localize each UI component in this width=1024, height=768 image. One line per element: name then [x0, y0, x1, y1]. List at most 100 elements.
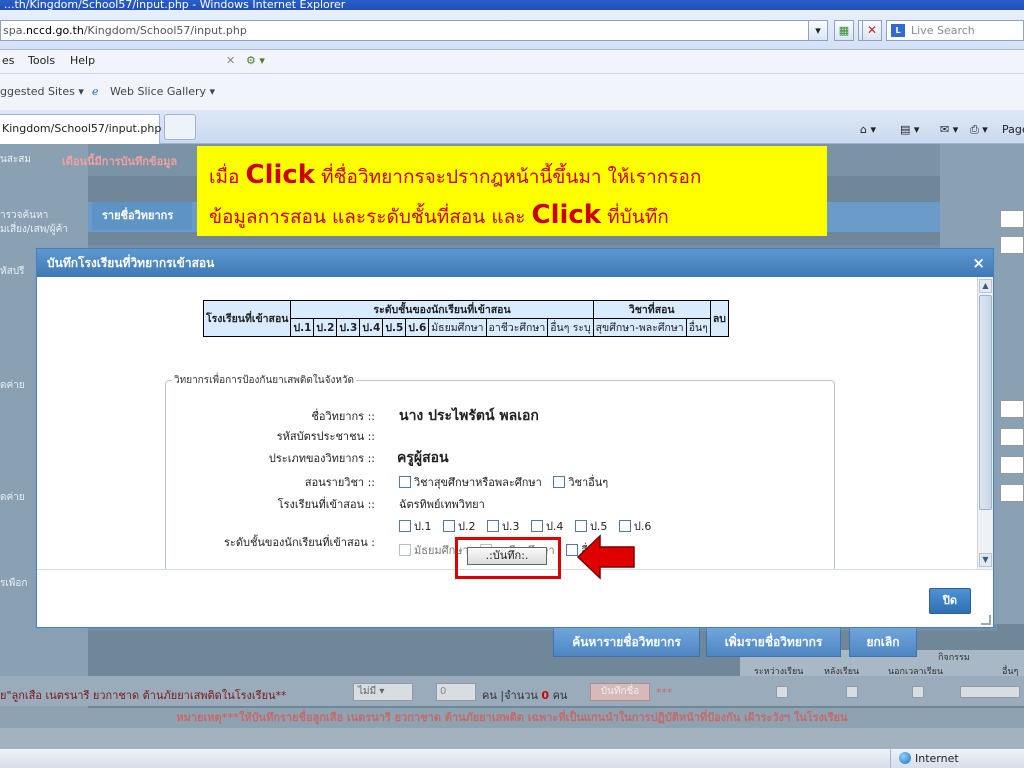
level-p6-checkbox[interactable] — [618, 520, 631, 532]
tab-label: Kingdom/School57/input.php — [2, 122, 162, 135]
level-options-row1: ป.1 ป.2 ป.3 ป.4 ป.5 ป.6 — [399, 517, 659, 535]
name-value: นาง ประไพรัตน์ พลเอก — [399, 408, 539, 424]
modal-title-bar: บันทึกโรงเรียนที่วิทยากรเข้าสอน × — [37, 249, 993, 277]
stop-icon[interactable]: ✕ — [862, 20, 882, 41]
mail-icon[interactable]: ✉ ▾ — [940, 120, 958, 140]
modal-scrollbar[interactable]: ▲ ▼ — [977, 277, 993, 569]
address-dropdown-icon[interactable]: ▾ — [808, 20, 828, 41]
subject-other-checkbox[interactable] — [553, 476, 566, 488]
scout-select[interactable]: ไม่มี ▾ — [353, 683, 413, 701]
page-input[interactable] — [1000, 210, 1024, 228]
callout-line-2: ข้อมูลการสอน และระดับชั้นที่สอน และ Clic… — [209, 196, 827, 236]
zone-label: Internet — [915, 752, 959, 765]
page-input[interactable] — [1000, 456, 1024, 474]
new-tab-button[interactable] — [164, 114, 196, 140]
scout-count-input[interactable]: 0 — [436, 683, 476, 701]
modal-body: โรงเรียนที่เข้าสอน ระดับชั้นของนักเรียนท… — [37, 277, 979, 569]
command-bar: ⌂ ▾ ▤ ▾ ✉ ▾ ⎙ ▾ Page — [824, 120, 1024, 140]
school-label: โรงเรียนที่เข้าสอน :: — [277, 498, 375, 511]
level-secondary-checkbox[interactable] — [399, 544, 411, 556]
subject-row: สอนรายวิชา :: วิชาสุขศึกษาหรือพละศึกษา ว… — [165, 473, 835, 491]
close-button[interactable]: ปิด — [929, 588, 971, 614]
th-level: ป.2 — [313, 318, 338, 337]
scout-row-label: ย"ลูกเสือ เนตรนารี ยวกาชาด ต้านภัยยาเสพต… — [0, 689, 287, 702]
close-icon[interactable]: × — [972, 249, 985, 277]
print-icon[interactable]: ⎙ ▾ — [970, 120, 988, 140]
menu-item-help[interactable]: Help — [70, 50, 95, 72]
level-label: ระดับชั้นของนักเรียนที่เข้าสอน : — [224, 536, 375, 549]
level-p3-checkbox[interactable] — [486, 520, 499, 532]
page-input[interactable] — [1000, 236, 1024, 254]
menu-item-favorites[interactable]: es — [2, 50, 15, 72]
callout-line-1: เมื่อ Click ที่ชื่อวิทยากรจะปรากฎหน้านี้… — [209, 156, 827, 196]
status-bar: Internet — [0, 748, 1024, 768]
during-class-checkbox[interactable] — [776, 686, 788, 698]
favorites-bar: ggested Sites ▾ ℯ Web Slice Gallery ▾ — [0, 74, 1024, 110]
th-level: ป.1 — [290, 318, 315, 337]
scout-select-value: ไม่มี — [358, 686, 377, 697]
page-input[interactable] — [1000, 484, 1024, 502]
schedule-table: โรงเรียนที่เข้าสอน ระดับชั้นของนักเรียนท… — [202, 300, 729, 337]
th-levels: ระดับชั้นของนักเรียนที่เข้าสอน — [290, 300, 594, 319]
address-bar[interactable]: spa.nccd.go.th/Kingdom/School57/input.ph… — [0, 20, 826, 41]
side-item[interactable]: ัดค่าย — [0, 378, 25, 393]
scroll-down-icon[interactable]: ▼ — [979, 553, 992, 567]
subject-health-checkbox[interactable] — [399, 476, 411, 488]
th-activity: กิจกรรม — [938, 653, 970, 663]
id-row: รหัสบัตรประชาชน :: — [165, 427, 835, 445]
cancel-button[interactable]: ยกเลิก — [849, 627, 917, 657]
addon-icon[interactable]: ⚙ ▾ — [246, 50, 265, 72]
outside-class-checkbox[interactable] — [912, 686, 924, 698]
live-search-box[interactable]: L Live Search — [886, 20, 1024, 41]
level-p4-label: ป.4 — [545, 520, 564, 533]
after-class-checkbox[interactable] — [846, 686, 858, 698]
modal-title: บันทึกโรงเรียนที่วิทยากรเข้าสอน — [47, 256, 215, 270]
level-p5-label: ป.5 — [589, 520, 608, 533]
side-item[interactable]: นสะสม — [0, 152, 31, 167]
level-p1-checkbox[interactable] — [399, 520, 411, 532]
subject-health-label: วิชาสุขศึกษาหรือพละศึกษา — [414, 476, 542, 489]
subject-options: วิชาสุขศึกษาหรือพละศึกษา วิชาอื่นๆ — [399, 473, 616, 491]
side-item[interactable]: รเพือก — [0, 576, 27, 591]
callout-click-word: Click — [245, 160, 316, 190]
page-bottom-strip — [0, 728, 1024, 748]
window-title: ...th/Kingdom/School57/input.php - Windo… — [4, 0, 346, 10]
web-slice-gallery-link[interactable]: Web Slice Gallery ▾ — [110, 74, 215, 110]
suggested-sites-link[interactable]: ggested Sites ▾ — [0, 74, 84, 110]
ie-icon: ℯ — [92, 85, 99, 98]
side-item[interactable]: หัสปรี — [0, 264, 24, 279]
scout-row: ย"ลูกเสือ เนตรนารี ยวกาชาด ต้านภัยยาเสพต… — [0, 676, 1024, 706]
page-input[interactable] — [1000, 428, 1024, 446]
th-level: ป.6 — [405, 318, 430, 337]
globe-icon — [899, 752, 911, 764]
scout-stars: *** — [656, 686, 673, 699]
page-input[interactable] — [1000, 400, 1024, 418]
level-p2-checkbox[interactable] — [442, 520, 455, 532]
level-p4-checkbox[interactable] — [530, 520, 543, 532]
red-arrow-icon — [576, 534, 635, 580]
scroll-up-icon[interactable]: ▲ — [979, 279, 992, 293]
security-zone: Internet — [890, 749, 1024, 768]
search-lecturer-button[interactable]: ค้นหารายชื่อวิทยากร — [553, 627, 700, 657]
resize-grip-icon[interactable] — [981, 615, 991, 625]
side-item[interactable]: ัดค่าย — [0, 490, 25, 505]
school-value: ฉัตรทิพย์เทพวิทยา — [399, 498, 485, 511]
school-row: โรงเรียนที่เข้าสอน :: ฉัตรทิพย์เทพวิทยา — [165, 495, 835, 513]
menu-item-tools[interactable]: Tools — [28, 50, 55, 72]
close-toolbar-icon[interactable]: ✕ — [226, 50, 235, 72]
side-item[interactable]: มเสี่ยง/เสพ/ผู้ค้า — [0, 222, 68, 237]
other-input[interactable] — [960, 686, 1020, 698]
side-item[interactable]: ารวจค้นหา — [0, 208, 48, 223]
callout-click-word: Click — [531, 200, 602, 230]
th-level: อื่นๆ ระบุ — [547, 318, 594, 337]
add-lecturer-button[interactable]: เพิ่มรายชื่อวิทยากร — [706, 627, 841, 657]
home-icon[interactable]: ⌂ ▾ — [860, 120, 876, 140]
scroll-thumb[interactable] — [979, 295, 992, 510]
page-menu[interactable]: Page — [1002, 120, 1024, 140]
save-names-button[interactable]: บันทึกชื่อ — [590, 683, 650, 701]
level-p5-checkbox[interactable] — [574, 520, 587, 532]
th-subject-item: สุขศึกษา-พละศึกษา — [592, 318, 687, 337]
compatibility-icon[interactable]: ▦ — [834, 20, 854, 41]
tab-input-php[interactable]: Kingdom/School57/input.php — [0, 114, 162, 144]
feeds-icon[interactable]: ▤ ▾ — [900, 120, 919, 140]
